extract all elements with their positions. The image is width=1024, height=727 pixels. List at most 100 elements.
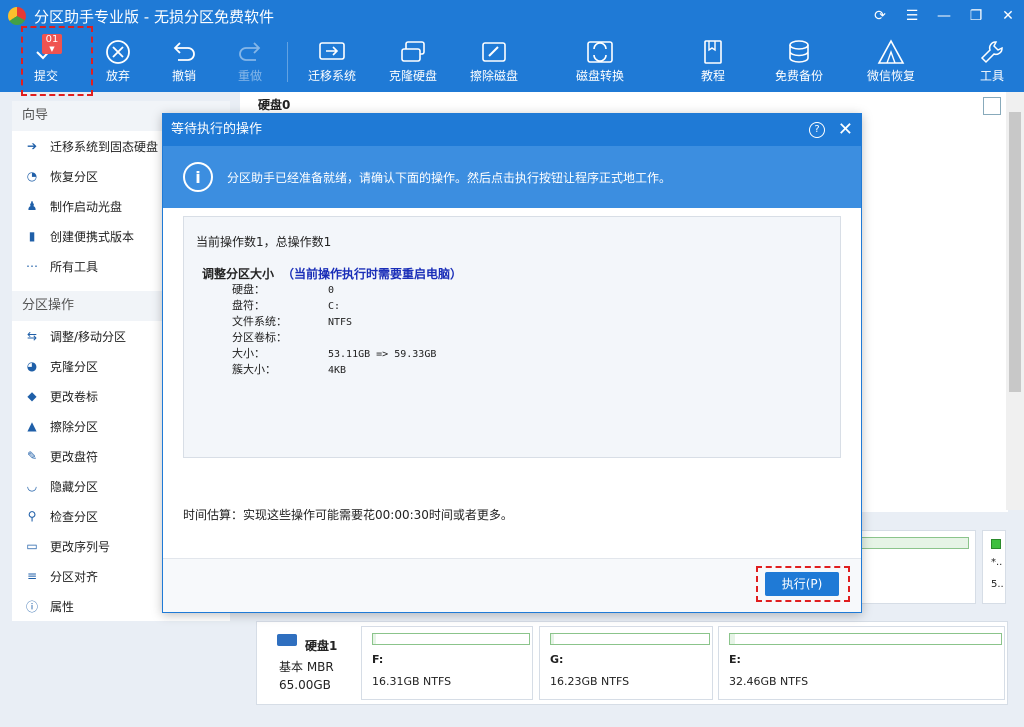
partition-name: F: <box>372 653 384 666</box>
tutorial-button[interactable]: 教程 <box>681 36 745 90</box>
top-bar: 分区助手专业版 - 无损分区免费软件 ⟳ ☰ — ❐ ✕ 01 ▼ 提交 放弃 撤… <box>0 0 1024 92</box>
partition-name: G: <box>550 653 564 666</box>
grid-icon: ⋯ <box>26 259 38 273</box>
partition-g[interactable]: G: 16.23GB NTFS <box>539 626 713 700</box>
banner-text: 分区助手已经准备就绪，请确认下面的操作。然后点击执行按钮让程序正式地工作。 <box>227 170 672 185</box>
detail-row: 文件系统： NTFS <box>232 315 353 328</box>
disk1-type: 基本 MBR <box>279 660 334 674</box>
window-controls: ⟳ ☰ — ❐ ✕ <box>864 0 1024 32</box>
operations-count: 当前操作数1，总操作数1 <box>196 235 332 249</box>
close-icon[interactable]: ✕ <box>992 0 1024 32</box>
migrate-disk-icon <box>300 36 364 68</box>
dialog-close-icon[interactable]: ✕ <box>838 114 853 146</box>
discard-label: 放弃 <box>105 69 130 83</box>
tools-button[interactable]: 工具 <box>960 36 1024 90</box>
toolbar-separator <box>287 42 288 82</box>
app-logo-icon <box>8 7 26 25</box>
serial-icon: ▭ <box>26 539 38 553</box>
toolbar: 01 ▼ 提交 放弃 撤销 重做 迁移系统 克隆硬盘 擦除磁盘 磁盘转换 教程 … <box>0 32 1024 92</box>
operation-title: 调整分区大小 （当前操作执行时需要重启电脑） <box>202 265 462 282</box>
disk1-row: 硬盘1 基本 MBR 65.00GB F: 16.31GB NTFS G: 16… <box>256 621 1008 705</box>
refresh-icon[interactable]: ⟳ <box>864 0 896 32</box>
pending-operations-dialog: 等待执行的操作 ? ✕ i 分区助手已经准备就绪，请确认下面的操作。然后点击执行… <box>162 113 862 613</box>
partition-name: E: <box>729 653 741 666</box>
broom-icon: ▲ <box>27 419 37 433</box>
clone-label: 克隆硬盘 <box>388 69 437 83</box>
view-mode-icon[interactable] <box>983 97 1001 115</box>
tutorial-label: 教程 <box>700 69 725 83</box>
partition-color-swatch <box>991 539 1001 549</box>
search-user-icon: ⚲ <box>27 509 37 523</box>
disk0-partition-card[interactable] <box>858 530 976 604</box>
wechat-recovery-icon <box>859 36 923 68</box>
operations-list: 当前操作数1，总操作数1 调整分区大小 （当前操作执行时需要重启电脑） 硬盘： 0 … <box>183 216 841 458</box>
partition-e[interactable]: E: 32.46GB NTFS <box>718 626 1005 700</box>
migrate-icon: ➔ <box>26 139 38 153</box>
free-backup-button[interactable]: 免费备份 <box>767 36 831 90</box>
wipe-label: 擦除磁盘 <box>469 69 518 83</box>
partition-info: 16.31GB NTFS <box>372 675 452 688</box>
disk1-title: 硬盘1 <box>305 639 338 653</box>
detail-row: 盘符： C: <box>232 299 341 312</box>
disk0-partition-card-partial[interactable]: *.. 5.. <box>982 530 1006 604</box>
detail-row: 硬盘： 0 <box>232 283 335 296</box>
scrollbar-thumb[interactable] <box>1009 112 1021 392</box>
commit-highlight <box>21 26 93 96</box>
backup-icon <box>767 36 831 68</box>
disk-icon <box>277 634 297 646</box>
backup-label: 免费备份 <box>774 69 823 83</box>
partition-info: 16.23GB NTFS <box>550 675 630 688</box>
vertical-scrollbar[interactable] <box>1006 92 1024 510</box>
redo-label: 重做 <box>237 69 262 83</box>
minimize-icon[interactable]: — <box>928 0 960 32</box>
discard-button[interactable]: 放弃 <box>86 36 150 90</box>
execute-highlight <box>756 566 850 602</box>
usage-bar <box>550 633 710 645</box>
dialog-title: 等待执行的操作 <box>171 122 263 137</box>
dialog-title-bar: 等待执行的操作 ? ✕ <box>163 114 861 146</box>
wrench-icon <box>960 36 1024 68</box>
eye-closed-icon: ◡ <box>26 479 38 493</box>
migrate-label: 迁移系统 <box>307 69 356 83</box>
detail-row: 分区卷标： <box>232 331 287 344</box>
time-estimate: 时间估算：实现这些操作可能需要花00:00:30时间或者更多。 <box>183 508 513 522</box>
partition-info: 32.46GB NTFS <box>729 675 809 688</box>
disk1-size: 65.00GB <box>279 678 331 692</box>
tools-label: 工具 <box>979 69 1004 83</box>
menu-icon[interactable]: ☰ <box>896 0 928 32</box>
partition-f[interactable]: F: 16.31GB NTFS <box>361 626 533 700</box>
usage-bar <box>729 633 1002 645</box>
usage-bar <box>372 633 530 645</box>
disk1-summary[interactable]: 硬盘1 基本 MBR 65.00GB <box>257 622 357 704</box>
redo-icon <box>218 36 282 68</box>
undo-icon <box>152 36 216 68</box>
wipe-disk-button[interactable]: 擦除磁盘 <box>462 36 526 90</box>
reboot-note: （当前操作执行时需要重启电脑） <box>282 267 463 281</box>
recover-icon: ◔ <box>26 169 38 183</box>
redo-button[interactable]: 重做 <box>218 36 282 90</box>
undo-label: 撤销 <box>171 69 196 83</box>
usb-icon: ▮ <box>28 229 36 243</box>
help-icon[interactable]: ? <box>809 122 825 138</box>
usage-bar <box>859 537 969 549</box>
operation-name: 调整分区大小 <box>202 267 275 281</box>
resize-icon: ⇆ <box>26 329 38 343</box>
disk0-title: 硬盘0 <box>258 98 291 112</box>
align-icon: ≡ <box>26 569 38 583</box>
clone-disk-button[interactable]: 克隆硬盘 <box>381 36 445 90</box>
wipe-disk-icon <box>462 36 526 68</box>
convert-label: 磁盘转换 <box>575 69 624 83</box>
detail-row: 大小： 53.11GB => 59.33GB <box>232 347 437 360</box>
restore-icon[interactable]: ❐ <box>960 0 992 32</box>
partition-name-partial: *.. <box>991 557 1003 568</box>
migrate-os-button[interactable]: 迁移系统 <box>300 36 364 90</box>
app-title: 分区助手专业版 - 无损分区免费软件 <box>34 7 274 26</box>
book-icon <box>681 36 745 68</box>
wechat-recovery-button[interactable]: 微信恢复 <box>859 36 923 90</box>
undo-button[interactable]: 撤销 <box>152 36 216 90</box>
pencil-icon: ✎ <box>26 449 38 463</box>
disk-convert-button[interactable]: 磁盘转换 <box>568 36 632 90</box>
info-icon: ⓘ <box>25 599 38 614</box>
detail-row: 簇大小： 4KB <box>232 363 347 376</box>
dialog-banner: i 分区助手已经准备就绪，请确认下面的操作。然后点击执行按钮让程序正式地工作。 <box>163 146 861 208</box>
